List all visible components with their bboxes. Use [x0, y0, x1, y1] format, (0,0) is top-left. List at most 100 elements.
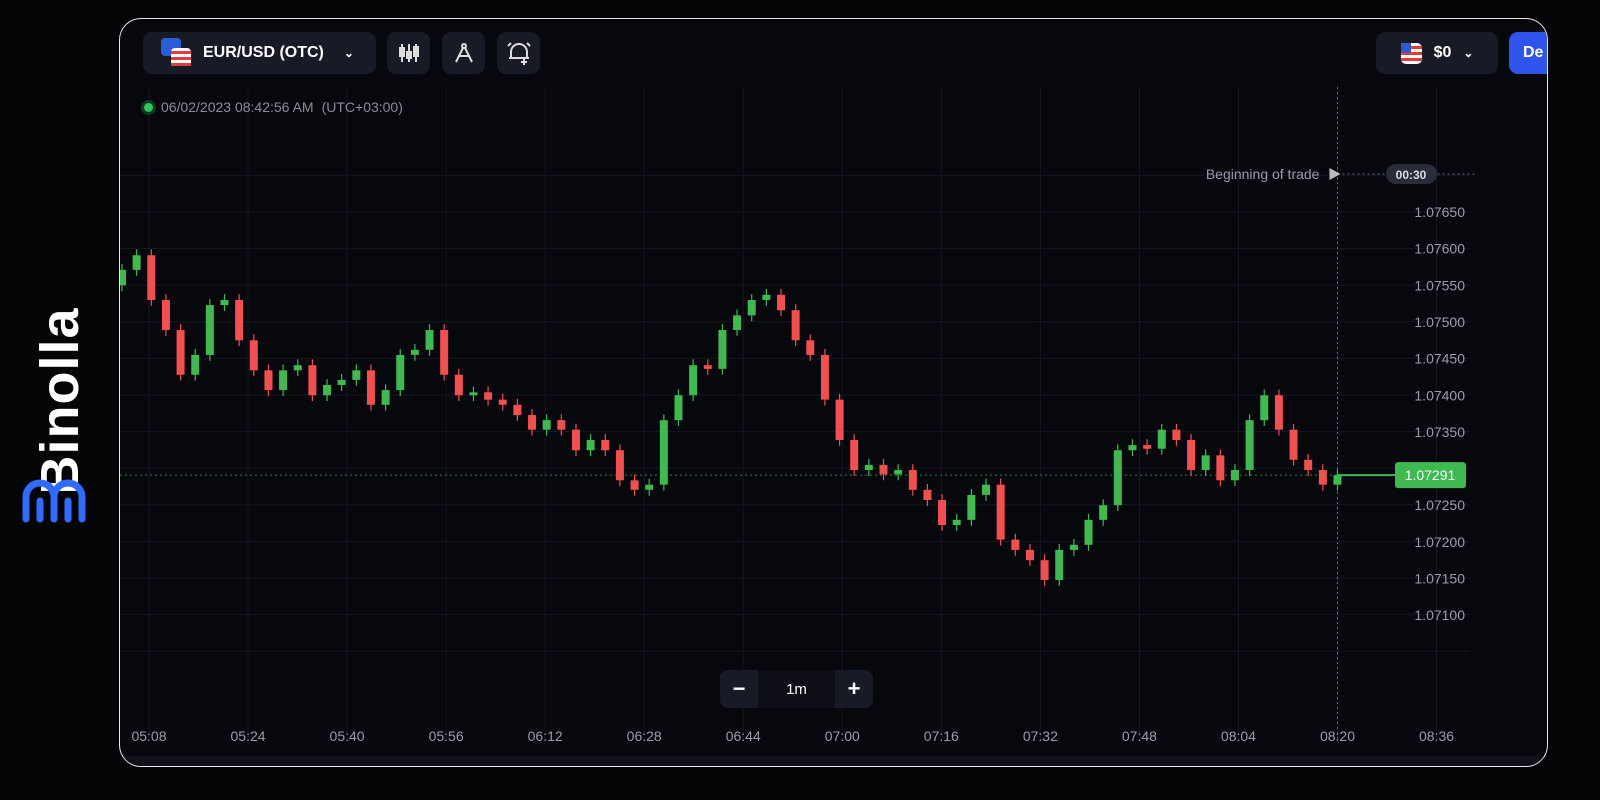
candle-up: [337, 379, 346, 385]
x-tick-label: 08:36: [1419, 728, 1454, 744]
deposit-button[interactable]: De: [1509, 32, 1547, 74]
server-time: 06/02/2023 08:42:56 AM (UTC+03:00): [144, 99, 403, 115]
candle-down: [557, 420, 566, 430]
chevron-down-icon: ⌄: [343, 46, 354, 60]
candle-up: [864, 464, 873, 471]
candle-down: [498, 399, 507, 405]
candle-down: [806, 340, 815, 355]
brand-name: Binolla: [30, 307, 90, 495]
candle-up: [982, 484, 991, 495]
y-tick-label: 1.07200: [1414, 534, 1465, 550]
drawing-tools-button[interactable]: [442, 32, 485, 74]
x-tick-label: 07:00: [825, 728, 860, 744]
candle-up: [410, 349, 419, 355]
trading-panel: 05:08 05:24 05:40 05:56 06:12 06:28 06:44 07:00…: [119, 18, 1548, 767]
candle-up: [120, 269, 126, 286]
candle-up: [645, 484, 654, 490]
candle-down: [161, 299, 170, 331]
candle-down: [484, 392, 493, 400]
candle-up: [674, 395, 683, 421]
y-tick-label: 1.07400: [1414, 387, 1465, 403]
candle-down: [776, 294, 785, 311]
candle-down: [1274, 395, 1283, 430]
candle-up: [586, 439, 595, 451]
candle-up: [1260, 395, 1269, 421]
candle-down: [615, 450, 624, 481]
eur-usd-flag-icon: [161, 38, 191, 66]
alert-bell-add-icon: [506, 42, 531, 65]
x-tick-label: 06:44: [726, 728, 761, 744]
candle-up: [718, 330, 727, 369]
timeframe-control: − 1m +: [720, 670, 873, 708]
candle-down: [176, 330, 185, 375]
candle-down: [528, 415, 537, 430]
candle-up: [1069, 544, 1078, 550]
y-tick-label: 1.07600: [1414, 241, 1465, 257]
zoom-in-button[interactable]: +: [835, 670, 873, 708]
brand-logo: Binolla: [20, 250, 100, 530]
candle-down: [147, 255, 156, 300]
x-tick-label: 05:40: [330, 728, 365, 744]
timezone: (UTC+03:00): [321, 99, 403, 115]
candle-up: [952, 519, 961, 525]
candle-down: [440, 330, 449, 375]
y-tick-label: 1.07250: [1414, 497, 1465, 513]
y-tick-label: 1.07450: [1414, 351, 1465, 367]
candle-up: [381, 390, 390, 405]
time-axis-scrollbar: [120, 756, 1547, 766]
candle-down: [571, 429, 580, 451]
candle-down: [820, 354, 829, 400]
zoom-out-button[interactable]: −: [720, 670, 758, 708]
timeframe-value[interactable]: 1m: [758, 670, 835, 708]
candle-up: [762, 294, 771, 300]
candle-down: [703, 365, 712, 369]
candle-up: [1084, 519, 1093, 545]
x-tick-label: 05:08: [131, 728, 166, 744]
y-tick-label: 1.07350: [1414, 424, 1465, 440]
balance-amount: $0: [1433, 44, 1452, 61]
candle-down: [879, 464, 888, 475]
balance-selector[interactable]: $0 ⌄: [1376, 32, 1498, 74]
candle-down: [1304, 459, 1313, 471]
candle-up: [1333, 475, 1342, 485]
candle-down: [1011, 539, 1020, 550]
y-tick-label: 1.07650: [1414, 204, 1465, 220]
candle-down: [1216, 455, 1225, 481]
candle-up: [425, 330, 434, 350]
x-tick-label: 05:56: [429, 728, 464, 744]
x-tick-label: 07:16: [924, 728, 959, 744]
x-tick-label: 05:24: [231, 728, 266, 744]
candle-down: [630, 480, 639, 490]
chart-type-button[interactable]: [387, 32, 430, 74]
trade-timer: 00:30: [1396, 168, 1427, 182]
x-tick-label: 06:28: [627, 728, 662, 744]
candle-down: [791, 310, 800, 341]
asset-selector[interactable]: EUR/USD (OTC) ⌄: [143, 32, 376, 74]
candle-down: [1318, 470, 1327, 485]
price-chart[interactable]: 05:08 05:24 05:40 05:56 06:12 06:28 06:44 07:00…: [120, 19, 1548, 767]
price-alert-button[interactable]: [497, 32, 540, 74]
candle-down: [454, 374, 463, 396]
x-tick-label: 08:04: [1221, 728, 1256, 744]
y-tick-label: 1.07150: [1414, 571, 1465, 587]
x-tick-label: 07:32: [1023, 728, 1058, 744]
candle-down: [1172, 429, 1181, 440]
asset-name: EUR/USD (OTC): [203, 44, 324, 61]
y-tick-label: 1.07100: [1414, 607, 1465, 623]
candlestick-chart-icon: [398, 44, 419, 62]
candle-down: [235, 299, 244, 341]
candle-up: [1128, 445, 1137, 451]
candle-up: [279, 370, 288, 391]
x-tick-label: 06:12: [528, 728, 563, 744]
candle-down: [1040, 560, 1049, 580]
candle-up: [1230, 470, 1239, 481]
binolla-logo-icon: [22, 479, 86, 523]
candle-up: [352, 370, 361, 380]
candle-down: [366, 370, 375, 405]
candle-down: [835, 399, 844, 440]
candle-up: [396, 354, 405, 391]
chevron-down-icon: ⌄: [1463, 46, 1474, 60]
candle-up: [542, 420, 551, 430]
candle-up: [132, 255, 141, 270]
drawing-compass-icon: [454, 43, 473, 63]
